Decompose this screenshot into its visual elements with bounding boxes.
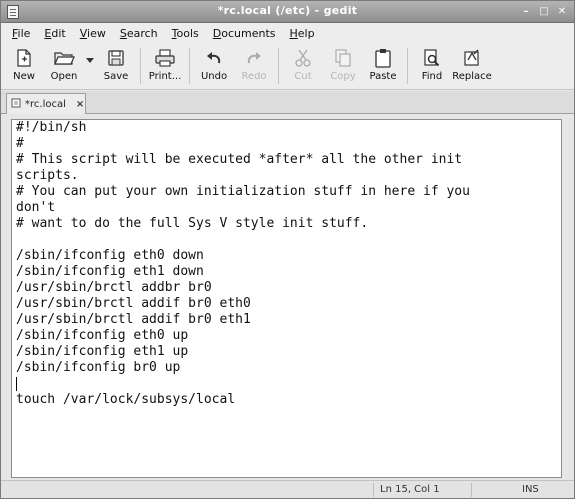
toolbar-separator <box>140 48 141 84</box>
title-bar[interactable]: *rc.local (/etc) - gedit – □ ✕ <box>1 1 574 23</box>
maximize-icon[interactable]: □ <box>536 4 552 19</box>
cut-button[interactable]: Cut <box>283 44 323 88</box>
cursor-position: Ln 15, Col 1 <box>380 484 440 495</box>
close-tab-icon[interactable]: × <box>76 99 84 110</box>
undo-button[interactable]: Undo <box>194 44 234 88</box>
paste-button[interactable]: Paste <box>363 44 403 88</box>
editor-line: don't <box>16 200 56 215</box>
menu-file[interactable]: File <box>5 27 37 40</box>
editor-line-cursor <box>12 376 561 392</box>
menu-tools[interactable]: Tools <box>165 27 206 40</box>
cut-icon <box>292 47 314 69</box>
status-divider <box>471 483 472 497</box>
status-divider <box>373 483 374 497</box>
menu-search[interactable]: Search <box>113 27 165 40</box>
new-document-icon <box>13 47 35 69</box>
open-button[interactable]: Open <box>44 44 84 88</box>
editor-line: /usr/sbin/brctl addif br0 eth1 <box>16 312 251 327</box>
replace-icon <box>461 47 483 69</box>
menu-view[interactable]: View <box>73 27 113 40</box>
minimize-icon[interactable]: – <box>518 4 534 19</box>
menu-edit[interactable]: Edit <box>37 27 72 40</box>
window-controls: – □ ✕ <box>518 4 570 19</box>
new-button[interactable]: New <box>4 44 44 88</box>
editor-line: /sbin/ifconfig eth0 up <box>16 328 189 343</box>
toolbar-separator <box>278 48 279 84</box>
editor-line: /sbin/ifconfig eth0 down <box>16 248 204 263</box>
toolbar-separator <box>189 48 190 84</box>
copy-button[interactable]: Copy <box>323 44 363 88</box>
menu-bar: File Edit View Search Tools Documents He… <box>1 23 574 44</box>
copy-icon <box>332 47 354 69</box>
editor-line: /usr/sbin/brctl addbr br0 <box>16 280 212 295</box>
find-button[interactable]: Find <box>412 44 452 88</box>
window-title: *rc.local (/etc) - gedit <box>217 4 358 17</box>
editor-line: # want to do the full Sys V style init s… <box>16 216 369 231</box>
text-editor[interactable]: #!/bin/sh # # This script will be execut… <box>11 119 562 478</box>
undo-icon <box>203 47 225 69</box>
gedit-window: *rc.local (/etc) - gedit – □ ✕ File Edit… <box>0 0 575 499</box>
close-window-icon[interactable]: ✕ <box>554 4 570 19</box>
editor-line: # This script will be executed *after* a… <box>16 152 463 167</box>
printer-icon <box>154 47 176 69</box>
tab-rc-local[interactable]: *rc.local × <box>6 93 86 114</box>
redo-button[interactable]: Redo <box>234 44 274 88</box>
dropdown-arrow-icon <box>86 54 94 67</box>
redo-icon <box>243 47 265 69</box>
editor-line: /sbin/ifconfig br0 up <box>16 360 181 375</box>
editor-line: /sbin/ifconfig eth1 up <box>16 344 189 359</box>
toolbar: New Open Save Print... Undo Redo Cut Cop… <box>1 44 574 90</box>
toolbar-separator <box>407 48 408 84</box>
open-recent-dropdown[interactable] <box>84 44 96 88</box>
status-bar: Ln 15, Col 1 INS <box>1 480 574 498</box>
menu-help[interactable]: Help <box>283 27 322 40</box>
print-button[interactable]: Print... <box>145 44 185 88</box>
menu-documents[interactable]: Documents <box>206 27 283 40</box>
editor-line: # <box>16 136 24 151</box>
insert-mode-indicator[interactable]: INS <box>522 484 539 495</box>
text-caret <box>16 376 17 391</box>
editor-line: touch /var/lock/subsys/local <box>16 392 236 407</box>
document-tab-bar: *rc.local × <box>1 91 574 114</box>
editor-line: /usr/sbin/brctl addif br0 eth0 <box>16 296 251 311</box>
document-icon <box>11 98 21 111</box>
save-button[interactable]: Save <box>96 44 136 88</box>
editor-line: # You can put your own initialization st… <box>16 184 470 199</box>
save-icon <box>105 47 127 69</box>
find-icon <box>421 47 443 69</box>
editor-line: scripts. <box>16 168 79 183</box>
replace-button[interactable]: Replace <box>452 44 492 88</box>
editor-line: /sbin/ifconfig eth1 down <box>16 264 204 279</box>
editor-line: #!/bin/sh <box>16 120 87 135</box>
paste-clipboard-icon <box>372 47 394 69</box>
open-folder-icon <box>53 47 75 69</box>
